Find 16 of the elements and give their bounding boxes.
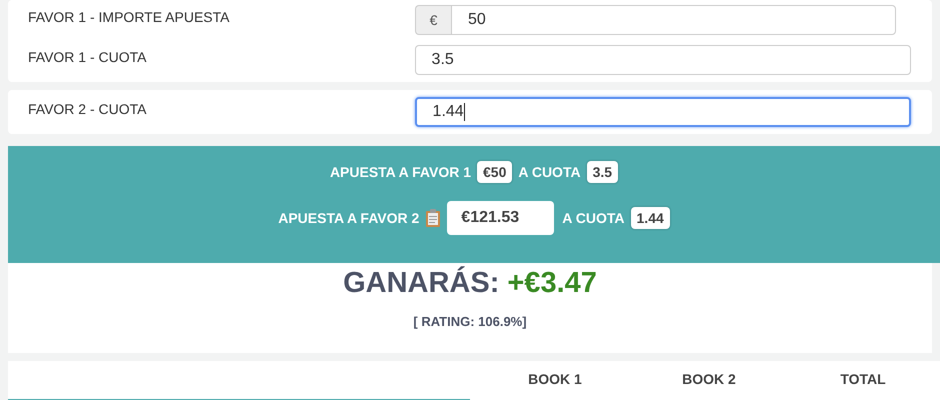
profit-label: GANARÁS: <box>343 267 500 300</box>
odds-label: A CUOTA <box>518 164 581 180</box>
odds-label: A CUOTA <box>562 210 625 226</box>
input-field[interactable]: 50 <box>451 5 896 35</box>
bet-label: APUESTA A FAVOR 2 <box>278 210 420 226</box>
field-label: FAVOR 2 - CUOTA <box>28 100 148 117</box>
field-label: FAVOR 1 - CUOTA <box>28 48 148 65</box>
column-header: BOOK 2 <box>681 370 737 389</box>
bet-label: APUESTA A FAVOR 1 <box>330 164 471 180</box>
field-label: FAVOR 1 - IMPORTE APUESTA <box>28 8 230 25</box>
rating-text: [ RATING: 106.9%] <box>413 314 527 329</box>
column-header: TOTAL <box>839 370 887 389</box>
profit-amount: +€3.47 <box>507 267 597 300</box>
column-header: BOOK 1 <box>527 370 583 389</box>
currency-addon: € <box>415 5 451 35</box>
input-field[interactable]: 3.5 <box>414 45 911 75</box>
